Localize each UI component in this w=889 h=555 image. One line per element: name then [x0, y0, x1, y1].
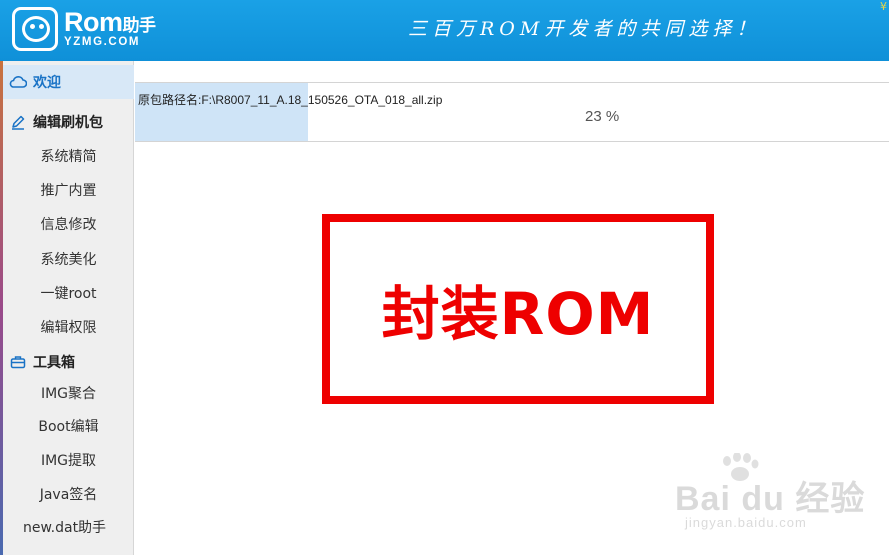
logo-name: Rom助手 — [64, 7, 156, 38]
sidebar-item-info-modify[interactable]: 信息修改 — [3, 207, 134, 241]
sidebar-item-promo-builtin[interactable]: 推广内置 — [3, 173, 134, 207]
sidebar-item-label: IMG提取 — [40, 453, 97, 469]
toolbox-icon — [9, 353, 27, 371]
sidebar-item-img-merge[interactable]: IMG聚合 — [3, 376, 134, 410]
pencil-icon — [9, 113, 27, 131]
app-window: Rom助手 YZMG.COM 三百万ROM开发者的共同选择！ ¥ 欢迎 编辑刷机… — [0, 0, 889, 555]
sidebar-item-label: 推广内置 — [40, 183, 97, 199]
sidebar-item-label: Java签名 — [39, 487, 98, 503]
sidebar-section-toolbox[interactable]: 工具箱 — [3, 345, 134, 379]
sidebar-item-system-slim[interactable]: 系统精简 — [3, 139, 134, 173]
progress-percent-text: 23 % — [585, 108, 620, 125]
progress-panel: 原包路径名:F:\R8007_11_A.18_150526_OTA_018_al… — [135, 82, 889, 142]
header-slogan: 三百万ROM开发者的共同选择！ — [408, 18, 761, 40]
main-content: 原包路径名:F:\R8007_11_A.18_150526_OTA_018_al… — [135, 61, 889, 555]
sidebar-item-java-sign[interactable]: Java签名 — [3, 477, 134, 511]
sidebar-item-label: 工具箱 — [33, 355, 75, 371]
sidebar-item-label: 编辑刷机包 — [33, 115, 103, 131]
app-logo: Rom助手 YZMG.COM — [12, 7, 156, 51]
watermark-brand: Bai du 经验 — [675, 480, 866, 518]
sidebar-item-label: 系统美化 — [40, 252, 97, 268]
sidebar-item-label: IMG聚合 — [40, 386, 97, 402]
cloud-icon — [9, 73, 27, 91]
sidebar-item-label: 信息修改 — [40, 217, 97, 233]
sidebar-item-one-click-root[interactable]: 一键root — [3, 276, 134, 310]
sidebar: 欢迎 编辑刷机包 系统精简 推广内置 信息修改 系统美化 一键root 编辑权限… — [3, 61, 134, 555]
sidebar-item-label: 一键root — [40, 286, 97, 302]
sidebar-item-label: 系统精简 — [40, 149, 97, 165]
sidebar-item-boot-edit[interactable]: Boot编辑 — [3, 409, 134, 443]
annotation-box: 封装ROM — [322, 214, 714, 404]
header-bar: Rom助手 YZMG.COM 三百万ROM开发者的共同选择！ ¥ — [0, 0, 889, 61]
sidebar-item-label: 欢迎 — [33, 75, 61, 91]
watermark-url: jingyan.baidu.com — [685, 515, 807, 530]
sidebar-item-new-dat-helper[interactable]: new.dat助手 — [3, 510, 134, 544]
logo-domain: YZMG.COM — [64, 36, 141, 49]
sidebar-item-label: Boot编辑 — [38, 419, 99, 435]
sidebar-section-edit-package[interactable]: 编辑刷机包 — [3, 105, 134, 139]
sidebar-item-welcome[interactable]: 欢迎 — [3, 65, 134, 99]
sidebar-item-edit-permissions[interactable]: 编辑权限 — [3, 310, 134, 344]
sidebar-item-label: 编辑权限 — [40, 320, 97, 336]
annotation-text: 封装ROM — [381, 280, 655, 348]
sidebar-item-system-beautify[interactable]: 系统美化 — [3, 242, 134, 276]
sidebar-item-img-extract[interactable]: IMG提取 — [3, 443, 134, 477]
corner-currency-icon[interactable]: ¥ — [880, 0, 887, 13]
sidebar-item-label: new.dat助手 — [23, 520, 107, 536]
source-path-label: 原包路径名:F:\R8007_11_A.18_150526_OTA_018_al… — [138, 93, 443, 107]
baidu-watermark: Bai du 经验 jingyan.baidu.com — [675, 453, 885, 549]
logo-mark-icon — [12, 7, 58, 51]
